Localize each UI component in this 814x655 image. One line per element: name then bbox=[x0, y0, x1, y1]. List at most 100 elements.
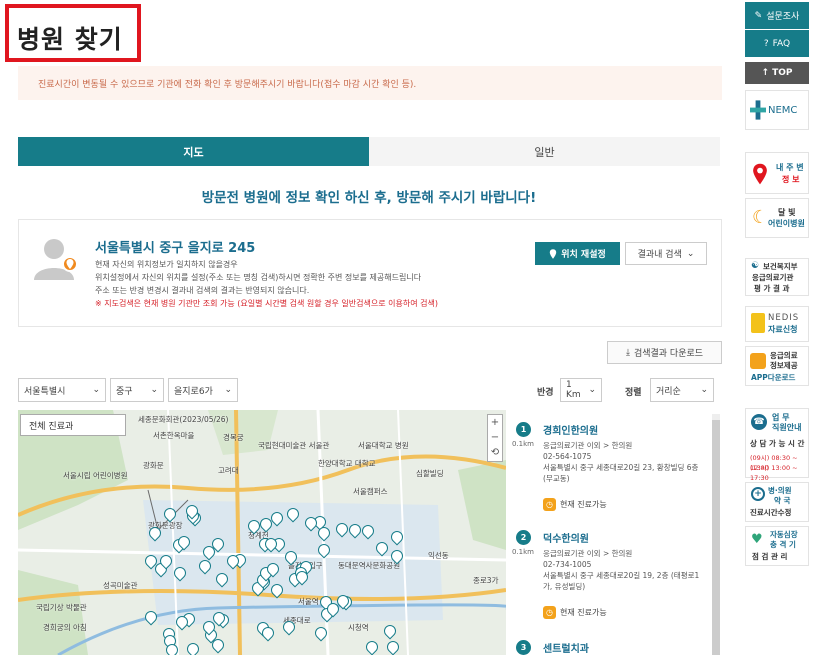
zoom-out-button[interactable]: − bbox=[488, 430, 502, 445]
city-select[interactable]: 서울특별시 ⌄ bbox=[18, 378, 106, 402]
result-phone: 02-564-1075 bbox=[543, 452, 592, 461]
app-line-2: 정보제공 bbox=[770, 361, 798, 370]
city-value: 서울특별시 bbox=[24, 386, 66, 397]
radius-label: 반경 bbox=[537, 388, 554, 398]
headline: 방문전 병원에 정보 확인 하신 후, 방문해 주시기 바랍니다! bbox=[201, 190, 537, 206]
map-place-label: 국립기상 박물관 bbox=[36, 603, 87, 612]
mohw-line-2: 응급의료기관 bbox=[752, 273, 794, 282]
tab-map[interactable]: 지도 bbox=[18, 137, 369, 166]
nemc-link[interactable]: NEMC bbox=[745, 90, 809, 130]
results-scroll-thumb[interactable] bbox=[712, 420, 720, 655]
result-number: 3 bbox=[516, 640, 531, 655]
pharmacy-line-3: 진료시간수정 bbox=[750, 508, 792, 517]
result-name[interactable]: 센트럴치과 bbox=[543, 640, 589, 655]
zoom-in-button[interactable]: + bbox=[488, 415, 502, 430]
map-place-label: 광화문 bbox=[143, 461, 164, 470]
search-within-dropdown[interactable]: 결과내 검색 ⌄ bbox=[625, 242, 707, 265]
map-place-label: 국립현대미술관 서울관 bbox=[258, 441, 330, 450]
download-results-button[interactable]: ⤓ 검색결과 다운로드 bbox=[607, 341, 722, 364]
nemc-label: NEMC bbox=[768, 105, 798, 116]
view-tabs: 지도 일반 bbox=[18, 137, 720, 166]
download-label: 검색결과 다운로드 bbox=[633, 349, 704, 359]
survey-label: 설문조사 bbox=[766, 12, 800, 22]
map-place-label: 종로3가 bbox=[473, 576, 499, 585]
result-status-text: 현재 진료가능 bbox=[560, 608, 607, 617]
location-help-text: 현재 자신의 위치정보가 일치하지 않을경우 위치설정에서 자신의 위치를 설정… bbox=[95, 258, 438, 310]
result-details: 응급의료기관 이외 > 한의원 02-734-1005 서울특별시 중구 세종대… bbox=[543, 548, 708, 592]
help-line-1: 현재 자신의 위치정보가 일치하지 않을경우 bbox=[95, 260, 238, 269]
reset-location-button[interactable]: 위치 재설정 bbox=[535, 242, 620, 265]
map-place-label: 서울캠퍼스 bbox=[353, 487, 388, 496]
chevron-down-icon: ⌄ bbox=[150, 385, 158, 395]
scroll-top-button[interactable]: ↑ TOP bbox=[745, 62, 809, 84]
help-line-3: 주소 또는 반경 변경시 결과내 검색의 결과는 반영되지 않습니다. bbox=[95, 286, 310, 295]
phone-icon: ☎ bbox=[751, 414, 767, 430]
mohw-line-1: 보건복지부 bbox=[763, 262, 798, 271]
map-place-label: 경복궁 bbox=[223, 433, 244, 442]
map-place-label: 서울시립 어린이병원 bbox=[63, 471, 128, 480]
result-name[interactable]: 경희인한의원 bbox=[543, 422, 598, 437]
zoom-reset-button[interactable]: ⟲ bbox=[488, 445, 502, 460]
nearby-title: 내 주 변 bbox=[776, 163, 804, 172]
survey-button[interactable]: ✎ 설문조사 bbox=[745, 2, 809, 29]
radius-select[interactable]: 1 Km ⌄ bbox=[560, 378, 602, 402]
notice-text: 진료시간이 변동될 수 있으므로 기관에 전화 확인 후 방문해주시기 바랍니다… bbox=[38, 80, 417, 90]
app-download-link[interactable]: 응급의료 정보제공 APP다운로드 bbox=[745, 346, 809, 386]
map-place-label: 서울대학교 병원 bbox=[358, 441, 409, 450]
map-view[interactable]: 세종문화회관(2023/05/26) 서촌한옥마을 경복궁 국립현대미술관 서울관 서울… bbox=[18, 410, 506, 655]
notice-banner: 진료시간이 변동될 수 있으므로 기관에 전화 확인 후 방문해주시기 바랍니다… bbox=[18, 66, 722, 100]
district-select[interactable]: 중구 ⌄ bbox=[110, 378, 164, 402]
hours-edit-link[interactable]: + 병·의원 약 국 진료시간수정 bbox=[745, 482, 809, 522]
aed-check-link[interactable]: ♥ 자동심장 충 격 기 점 검 관 리 bbox=[745, 526, 809, 566]
page-title-box: 병원 찾기 bbox=[5, 4, 141, 62]
nedis-brand: NEDIS bbox=[768, 313, 800, 323]
chevron-down-icon: ⌄ bbox=[700, 385, 708, 395]
result-name[interactable]: 덕수한의원 bbox=[543, 530, 589, 545]
result-address: 서울특별시 중구 세종대로20길 19, 2층 (태평로1가, 유성빌딩) bbox=[543, 571, 700, 591]
result-type: 응급의료기관 이외 > 한의원 bbox=[543, 549, 633, 558]
tab-general[interactable]: 일반 bbox=[369, 137, 720, 166]
selfcheck-line-2: 충 격 기 bbox=[770, 540, 796, 549]
map-place-label: 심할빌딩 bbox=[416, 469, 444, 478]
location-pin-icon bbox=[550, 248, 557, 259]
radius-value: 1 Km bbox=[566, 380, 581, 400]
page-title: 병원 찾기 bbox=[17, 25, 123, 54]
district-value: 중구 bbox=[116, 386, 133, 397]
nedis-request-link[interactable]: NEDIS 자료신청 bbox=[745, 306, 809, 342]
location-panel: 서울특별시 중구 을지로 245 현재 자신의 위치정보가 일치하지 않을경우 … bbox=[18, 219, 722, 327]
nearby-sub: 정 보 bbox=[782, 175, 800, 184]
heart-icon: ♥ bbox=[751, 532, 763, 547]
chevron-down-icon: ⌄ bbox=[92, 385, 100, 395]
map-place-label: 익선동 bbox=[428, 551, 449, 560]
map-place-label: 한양대학교 대학교 bbox=[318, 459, 376, 468]
chevron-down-icon: ⌄ bbox=[686, 248, 695, 259]
moonlight-sub: 어린이병원 bbox=[768, 219, 805, 228]
result-distance: 0.1km bbox=[512, 548, 535, 556]
zoom-control: + − ⟲ bbox=[487, 414, 503, 462]
map-place-label: 서촌한옥마을 bbox=[153, 431, 195, 440]
nearby-info-link[interactable]: 내 주 변 정 보 bbox=[745, 152, 809, 194]
selfcheck-line-3: 점 검 관 리 bbox=[752, 552, 788, 561]
map-place-label: 동대문역사문화공원 bbox=[338, 561, 401, 570]
app-phone-icon bbox=[750, 353, 766, 369]
result-details: 응급의료기관 이외 > 한의원 02-564-1075 서울특별시 중구 세종대… bbox=[543, 440, 708, 484]
mohw-evaluation-link[interactable]: ☯ 보건복지부 응급의료기관 평 가 결 과 bbox=[745, 258, 809, 296]
edit-icon: ✎ bbox=[754, 10, 763, 21]
current-address: 서울특별시 중구 을지로 245 bbox=[95, 241, 256, 256]
moonlight-hospital-link[interactable]: ☾ 달 빛 어린이병원 bbox=[745, 198, 809, 238]
sort-select[interactable]: 거리순 ⌄ bbox=[650, 378, 714, 402]
staff-directory-link[interactable]: ☎ 업 무 직원안내 상 담 가 능 시 간 (09시) 08:30 ~ 12:… bbox=[745, 408, 809, 482]
dong-select[interactable]: 을지로6가 ⌄ bbox=[168, 378, 238, 402]
department-select[interactable]: 전체 진료과 bbox=[20, 414, 126, 436]
result-number: 1 bbox=[516, 422, 531, 437]
warning-line: ※ 지도검색은 현재 병원 기관만 조회 가능 (요일별 시간별 검색 원할 경… bbox=[95, 299, 438, 308]
faq-button[interactable]: ? FAQ bbox=[745, 30, 809, 57]
map-place-label: 경희궁의 아침 bbox=[43, 623, 87, 632]
selfcheck-line-1: 자동심장 bbox=[770, 530, 798, 539]
work-sub: 직원안내 bbox=[772, 423, 802, 432]
consult-line-2: (13시) 13:00 ~ 17:30 bbox=[750, 464, 798, 482]
moonlight-title: 달 빛 bbox=[778, 208, 796, 217]
sort-label: 정렬 bbox=[625, 388, 642, 398]
clock-icon: ◷ bbox=[543, 498, 556, 511]
top-label: TOP bbox=[772, 68, 793, 78]
